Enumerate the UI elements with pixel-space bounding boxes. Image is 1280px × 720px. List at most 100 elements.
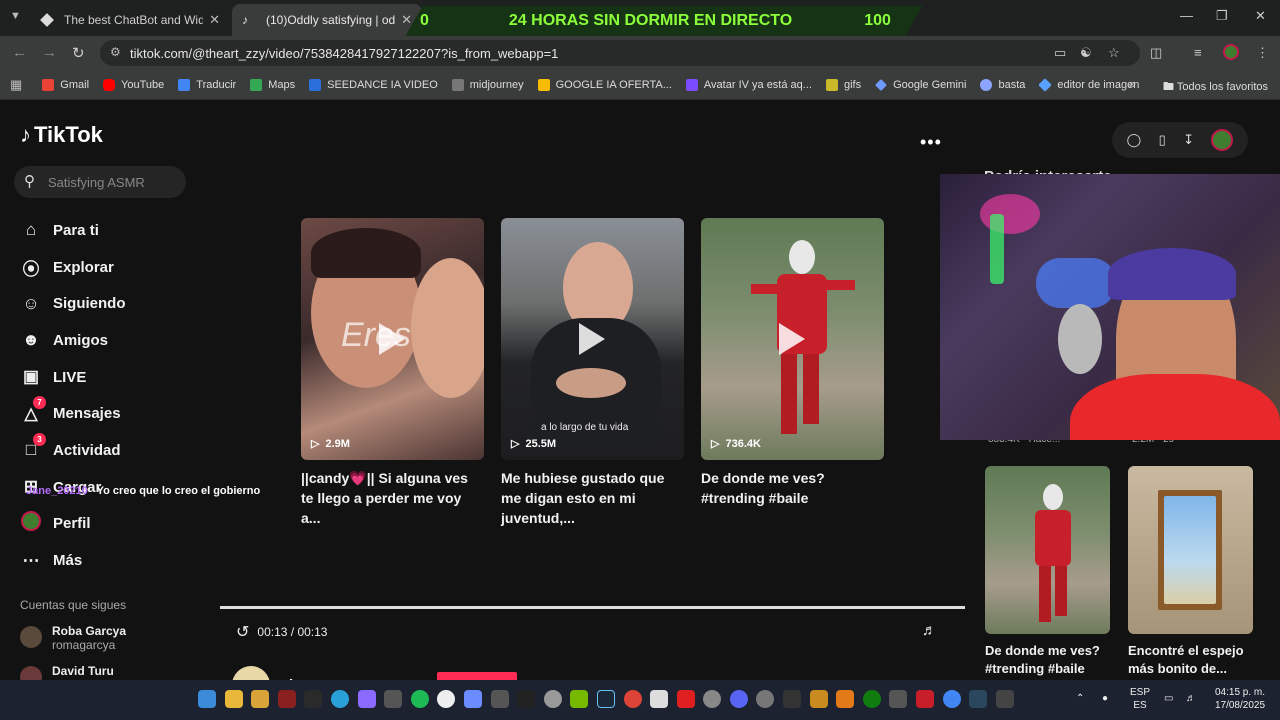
video-card[interactable]: a lo largo de tu vida ▷ 25.5M Me hubiese … [501, 218, 684, 528]
bookmark-midjourney[interactable]: midjourney [451, 78, 524, 91]
video-thumbnail[interactable]: ▷ 736.4K [701, 218, 884, 460]
discord-icon[interactable] [729, 690, 748, 708]
more-bookmarks-icon[interactable]: » [1129, 76, 1136, 91]
sidebar-item-amigos[interactable]: ☻ Amigos [20, 322, 126, 359]
app-icon[interactable] [836, 690, 855, 708]
spotify-icon[interactable] [410, 690, 429, 708]
following-item[interactable]: David Turu [20, 664, 114, 680]
capcut-icon[interactable] [517, 690, 536, 708]
xbox-icon[interactable] [862, 690, 881, 708]
apps-icon[interactable]: ▦ [10, 77, 22, 93]
app-icon[interactable] [304, 690, 323, 708]
bookmark-gifs[interactable]: gifs [825, 78, 861, 91]
video-title[interactable]: ||candy💗|| Si alguna ves te llego a perd… [301, 468, 484, 528]
chatgpt-icon[interactable] [543, 690, 562, 708]
app-icon[interactable] [490, 690, 509, 708]
chrome-icon[interactable] [942, 690, 961, 708]
video-card[interactable]: Eres ▷ 2.9M ||candy💗|| Si alguna ves te l… [301, 218, 484, 528]
microphone-icon[interactable]: ● [1102, 692, 1108, 705]
close-tab-icon[interactable]: ✕ [209, 12, 220, 28]
epic-icon[interactable] [783, 690, 802, 708]
coin-icon[interactable]: ◯ [1127, 132, 1142, 148]
share-icon[interactable] [889, 690, 908, 708]
app-icon[interactable] [277, 690, 296, 708]
bookmark-basta[interactable]: basta [980, 78, 1025, 91]
settings-icon[interactable] [703, 690, 722, 708]
bookmark-maps[interactable]: Maps [250, 78, 295, 91]
close-window-icon[interactable]: ✕ [1255, 8, 1266, 24]
tab-chatbot[interactable]: The best ChatBot and Widgets ✕ [30, 4, 230, 36]
volume-tray-icon[interactable]: ♬ [1186, 692, 1196, 705]
chrome-icon[interactable] [623, 690, 642, 708]
device-icon[interactable]: ▯ [1159, 132, 1166, 148]
clock[interactable]: 04:15 p. m. 17/08/2025 [1210, 686, 1270, 712]
restore-icon[interactable]: ❐ [1216, 8, 1228, 24]
follow-button[interactable] [437, 672, 517, 680]
video-title[interactable]: Encontré el espejo más bonito de... [1128, 642, 1253, 678]
app-icon[interactable] [916, 690, 935, 708]
volume-icon[interactable]: ♬ [922, 622, 937, 639]
tray-expand-icon[interactable]: ⌃ [1076, 692, 1084, 705]
copilot-icon[interactable] [463, 690, 482, 708]
avatar[interactable] [1211, 129, 1234, 151]
sidebar-item-para-ti[interactable]: ⌂ Para ti [20, 212, 126, 249]
app-icon[interactable] [650, 690, 669, 708]
sidebar-item-mensajes[interactable]: △ 7 Mensajes [20, 395, 126, 432]
side-video-card[interactable]: Encontré el espejo más bonito de... [1128, 466, 1253, 678]
video-thumbnail[interactable] [985, 466, 1110, 634]
all-bookmarks-folder[interactable]: 🖿 Todos los favoritos [1163, 78, 1268, 97]
bookmark-editor[interactable]: editor de imagen [1038, 77, 1139, 92]
sidebar-item-perfil[interactable]: Perfil [20, 506, 126, 543]
video-card[interactable]: ▷ 736.4K De donde me ves? #trending #bail… [701, 218, 884, 508]
search-input[interactable]: ⚲ Satisfying ASMR [14, 166, 186, 198]
app-icon[interactable] [756, 690, 775, 708]
address-bar[interactable]: ⚙ tiktok.com/@theart_zzy/video/753842841… [100, 40, 1140, 66]
minimize-icon[interactable]: — [1180, 8, 1193, 23]
video-title[interactable]: De donde me ves? #trending #baile [701, 468, 884, 508]
bookmark-gemini[interactable]: Google Gemini [875, 79, 966, 91]
app-icon[interactable] [676, 690, 695, 708]
bookmark-youtube[interactable]: YouTube [103, 78, 164, 91]
video-thumbnail[interactable]: Eres ▷ 2.9M [301, 218, 484, 460]
back-icon[interactable]: ← [12, 44, 27, 61]
file-explorer-icon[interactable] [224, 690, 243, 708]
chrome-menu-icon[interactable]: ⋮ [1256, 45, 1269, 61]
profile-avatar[interactable] [1223, 44, 1239, 60]
translate-icon[interactable]: ☯ [1080, 45, 1092, 61]
tab-tiktok[interactable]: ♪ (10)Oddly satisfying | oddly sat ✕ [232, 4, 422, 36]
avatar[interactable] [232, 666, 270, 680]
calendar-icon[interactable] [251, 690, 270, 708]
bookmark-gmail[interactable]: Gmail [42, 78, 89, 91]
app-icon[interactable] [357, 690, 376, 708]
more-options-icon[interactable]: ••• [920, 132, 942, 153]
install-icon[interactable]: ▭ [1054, 45, 1066, 61]
epic-icon[interactable] [995, 690, 1014, 708]
telegram-icon[interactable] [330, 690, 349, 708]
sidebar-item-live[interactable]: ▣ LIVE [20, 359, 126, 396]
tab-search-icon[interactable]: ▼ [10, 10, 21, 22]
replay-icon[interactable]: ↺ [236, 622, 249, 642]
video-title[interactable]: De donde me ves? #trending #baile [985, 642, 1110, 678]
bookmark-google-ia[interactable]: GOOGLE IA OFERTA... [537, 78, 672, 91]
bookmark-avatar[interactable]: Avatar IV ya está aq... [685, 78, 812, 91]
extensions-icon[interactable]: ◫ [1150, 45, 1162, 61]
sidebar-item-actividad[interactable]: □ 3 Actividad [20, 432, 126, 469]
obs-icon[interactable] [437, 690, 456, 708]
steam-icon[interactable] [596, 690, 615, 708]
following-item[interactable]: Roba Garcya romagarcya [20, 624, 126, 652]
video-thumbnail[interactable] [1128, 466, 1253, 634]
bookmark-traducir[interactable]: Traducir [178, 78, 236, 91]
video-title[interactable]: Me hubiese gustado que me digan esto en … [501, 468, 684, 528]
side-video-card[interactable]: De donde me ves? #trending #baile [985, 466, 1110, 678]
steam-icon[interactable] [969, 690, 988, 708]
video-progress-bar[interactable] [220, 606, 965, 609]
app-icon[interactable] [809, 690, 828, 708]
reload-icon[interactable]: ↻ [72, 44, 85, 62]
site-info-icon[interactable]: ⚙ [110, 45, 121, 59]
language-indicator[interactable]: ESP ES [1130, 686, 1150, 712]
app-icon[interactable] [384, 690, 403, 708]
download-icon[interactable]: ↧ [1183, 132, 1194, 148]
tiktok-logo[interactable]: ♪ TikTok [20, 122, 103, 148]
forward-icon[interactable]: → [42, 44, 57, 61]
network-icon[interactable]: ▭ [1164, 692, 1173, 705]
